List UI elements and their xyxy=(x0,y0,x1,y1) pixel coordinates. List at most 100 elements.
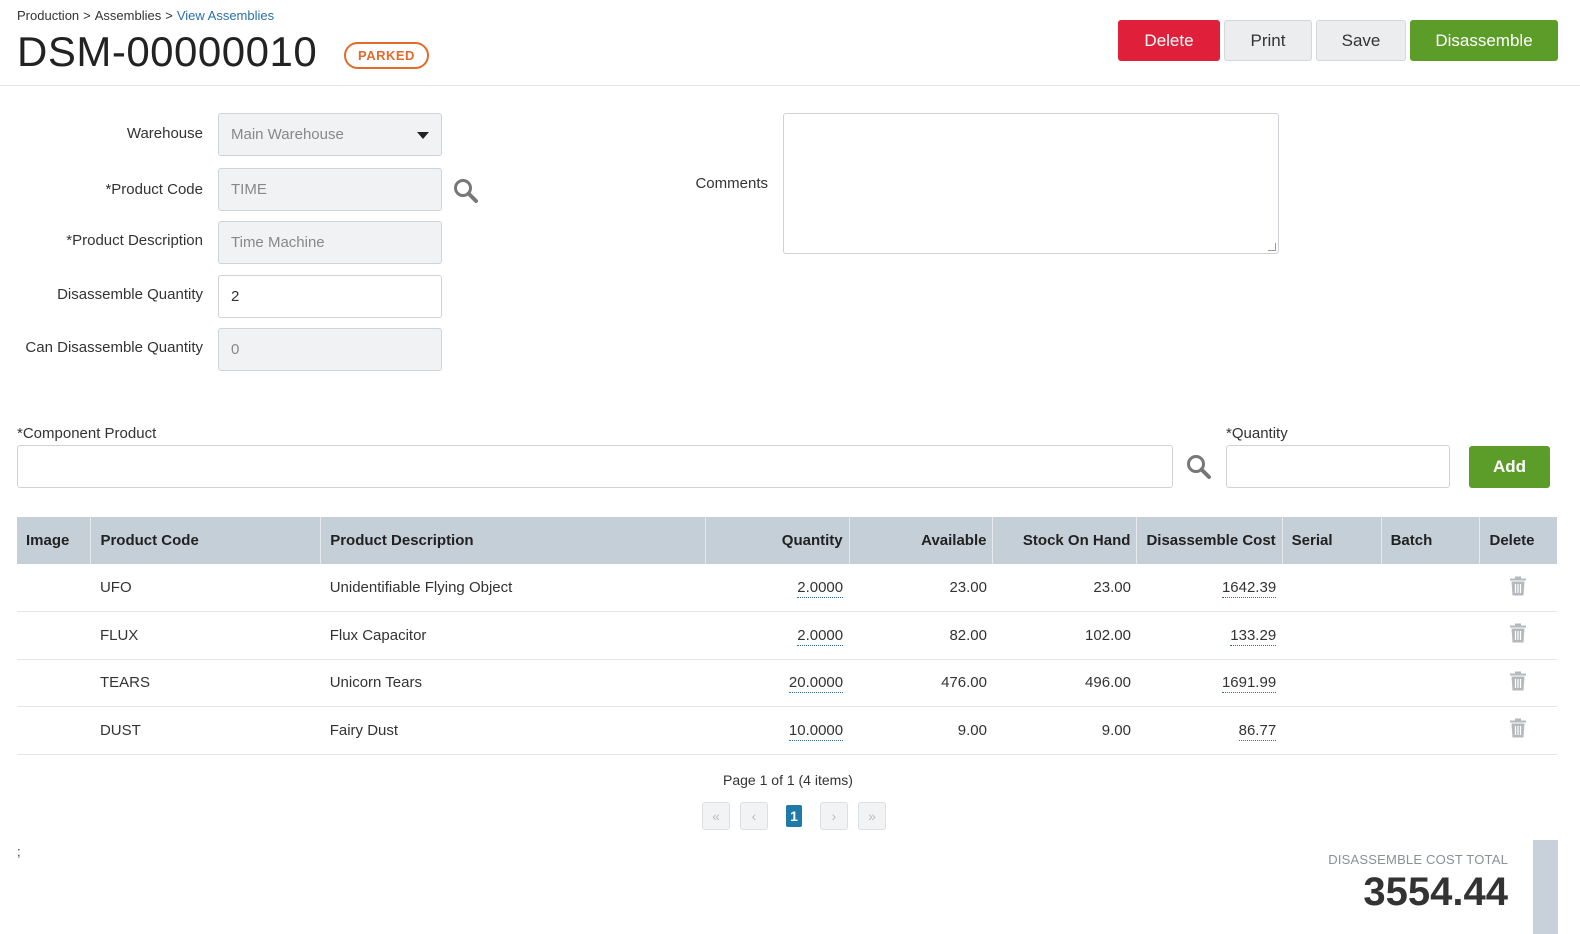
cell-delete xyxy=(1479,659,1557,707)
disassemble-button[interactable]: Disassemble xyxy=(1410,20,1558,61)
cost-link[interactable]: 133.29 xyxy=(1230,626,1277,646)
cell-quantity: 20.0000 xyxy=(705,659,850,707)
cell-available: 9.00 xyxy=(849,706,993,755)
column-header-available[interactable]: Available xyxy=(849,517,994,564)
cell-available: 82.00 xyxy=(849,611,993,660)
column-header-stock-on-hand[interactable]: Stock On Hand xyxy=(992,517,1138,564)
cell-product-code: FLUX xyxy=(90,611,321,660)
disassemble-quantity-label: Disassemble Quantity xyxy=(57,286,203,303)
caret-down-icon xyxy=(417,132,429,139)
search-icon[interactable] xyxy=(453,178,479,204)
page-title: DSM-00000010 xyxy=(17,28,318,75)
cell-quantity: 2.0000 xyxy=(705,611,850,660)
cell-image xyxy=(17,706,91,755)
column-header-product-description[interactable]: Product Description xyxy=(320,517,706,564)
product-code-field[interactable]: TIME xyxy=(218,168,442,211)
product-description-field[interactable]: Time Machine xyxy=(218,221,442,264)
trash-icon[interactable] xyxy=(1509,576,1527,596)
quantity-link[interactable]: 2.0000 xyxy=(797,579,844,598)
breadcrumb-assemblies[interactable]: Assemblies xyxy=(95,8,161,23)
cell-disassemble-cost: 86.77 xyxy=(1136,706,1283,755)
comments-label: Comments xyxy=(695,175,768,192)
component-product-input[interactable] xyxy=(17,445,1173,488)
breadcrumb-view-assemblies[interactable]: View Assemblies xyxy=(177,8,274,23)
cell-disassemble-cost: 1691.99 xyxy=(1136,659,1283,707)
cell-stock-on-hand: 102.00 xyxy=(992,611,1137,660)
cell-product-description: Fairy Dust xyxy=(320,706,706,755)
table-row: FLUX Flux Capacitor 2.0000 82.00 102.00 … xyxy=(17,611,1557,660)
cell-serial xyxy=(1282,564,1382,612)
trash-icon[interactable] xyxy=(1509,671,1527,691)
last-page-button[interactable]: » xyxy=(858,802,886,830)
cost-link[interactable]: 1642.39 xyxy=(1221,579,1277,598)
quantity-input[interactable] xyxy=(1226,445,1450,488)
cell-serial xyxy=(1282,706,1382,755)
cell-quantity: 10.0000 xyxy=(705,706,850,755)
cell-image xyxy=(17,611,91,660)
breadcrumb-separator: > xyxy=(165,8,173,23)
cell-batch xyxy=(1381,706,1480,755)
can-disassemble-quantity-field: 0 xyxy=(218,328,442,371)
cost-link[interactable]: 86.77 xyxy=(1238,721,1277,741)
cell-available: 476.00 xyxy=(849,659,993,707)
pager: « ‹ 1 › » xyxy=(702,802,886,830)
current-page-button[interactable]: 1 xyxy=(786,805,802,827)
column-header-serial[interactable]: Serial xyxy=(1282,517,1382,564)
column-header-image[interactable]: Image xyxy=(17,517,92,564)
cell-product-description: Unidentifiable Flying Object xyxy=(320,564,706,612)
cell-image xyxy=(17,564,91,612)
cost-link[interactable]: 1691.99 xyxy=(1221,674,1277,694)
column-header-quantity[interactable]: Quantity xyxy=(705,517,850,564)
cell-product-code: TEARS xyxy=(90,659,321,707)
print-button[interactable]: Print xyxy=(1224,20,1312,61)
trash-icon[interactable] xyxy=(1509,623,1527,643)
cell-product-code: UFO xyxy=(90,564,321,612)
column-header-product-code[interactable]: Product Code xyxy=(90,517,322,564)
add-button[interactable]: Add xyxy=(1469,446,1550,488)
next-page-button[interactable]: › xyxy=(820,802,848,830)
cell-stock-on-hand: 23.00 xyxy=(992,564,1137,612)
cell-batch xyxy=(1381,611,1480,660)
column-header-batch[interactable]: Batch xyxy=(1381,517,1481,564)
table-header-row: Image Product Code Product Description Q… xyxy=(17,517,1557,564)
cell-serial xyxy=(1282,611,1382,660)
cell-delete xyxy=(1479,706,1557,755)
quantity-link[interactable]: 20.0000 xyxy=(788,674,844,694)
cell-delete xyxy=(1479,611,1557,660)
trash-icon[interactable] xyxy=(1509,718,1527,738)
total-label: DISASSEMBLE COST TOTAL xyxy=(1328,852,1508,867)
product-description-label: *Product Description xyxy=(66,232,203,249)
comments-textarea[interactable] xyxy=(783,113,1279,254)
cell-quantity: 2.0000 xyxy=(705,564,850,612)
warehouse-label: Warehouse xyxy=(126,125,203,142)
component-search-icon[interactable] xyxy=(1186,454,1212,480)
breadcrumb: Production > Assemblies > View Assemblies xyxy=(17,8,274,23)
side-scroll-strip[interactable] xyxy=(1533,840,1558,934)
cell-stock-on-hand: 9.00 xyxy=(992,706,1137,755)
column-header-delete: Delete xyxy=(1479,517,1557,564)
cell-available: 23.00 xyxy=(849,564,993,612)
pager-info: Page 1 of 1 (4 items) xyxy=(723,772,853,788)
cell-product-description: Flux Capacitor xyxy=(320,611,706,660)
can-disassemble-quantity-label: Can Disassemble Quantity xyxy=(25,339,203,356)
cell-delete xyxy=(1479,564,1557,612)
cell-image xyxy=(17,659,91,707)
disassemble-quantity-field[interactable]: 2 xyxy=(218,275,442,318)
warehouse-value: Main Warehouse xyxy=(231,126,344,143)
save-button[interactable]: Save xyxy=(1316,20,1406,61)
quantity-label: *Quantity xyxy=(1226,425,1288,442)
cell-batch xyxy=(1381,659,1480,707)
breadcrumb-production[interactable]: Production xyxy=(17,8,79,23)
quantity-link[interactable]: 2.0000 xyxy=(797,626,844,646)
product-code-label: *Product Code xyxy=(105,181,203,198)
prev-page-button[interactable]: ‹ xyxy=(740,802,768,830)
toolbar: Delete Print Save Disassemble xyxy=(1118,20,1558,61)
column-header-disassemble-cost[interactable]: Disassemble Cost xyxy=(1136,517,1283,564)
quantity-link[interactable]: 10.0000 xyxy=(788,721,844,741)
components-table: Image Product Code Product Description Q… xyxy=(17,517,1557,755)
resize-grip-icon[interactable] xyxy=(1268,243,1276,251)
first-page-button[interactable]: « xyxy=(702,802,730,830)
cell-serial xyxy=(1282,659,1382,707)
delete-button[interactable]: Delete xyxy=(1118,20,1220,61)
warehouse-select[interactable]: Main Warehouse xyxy=(218,113,442,156)
